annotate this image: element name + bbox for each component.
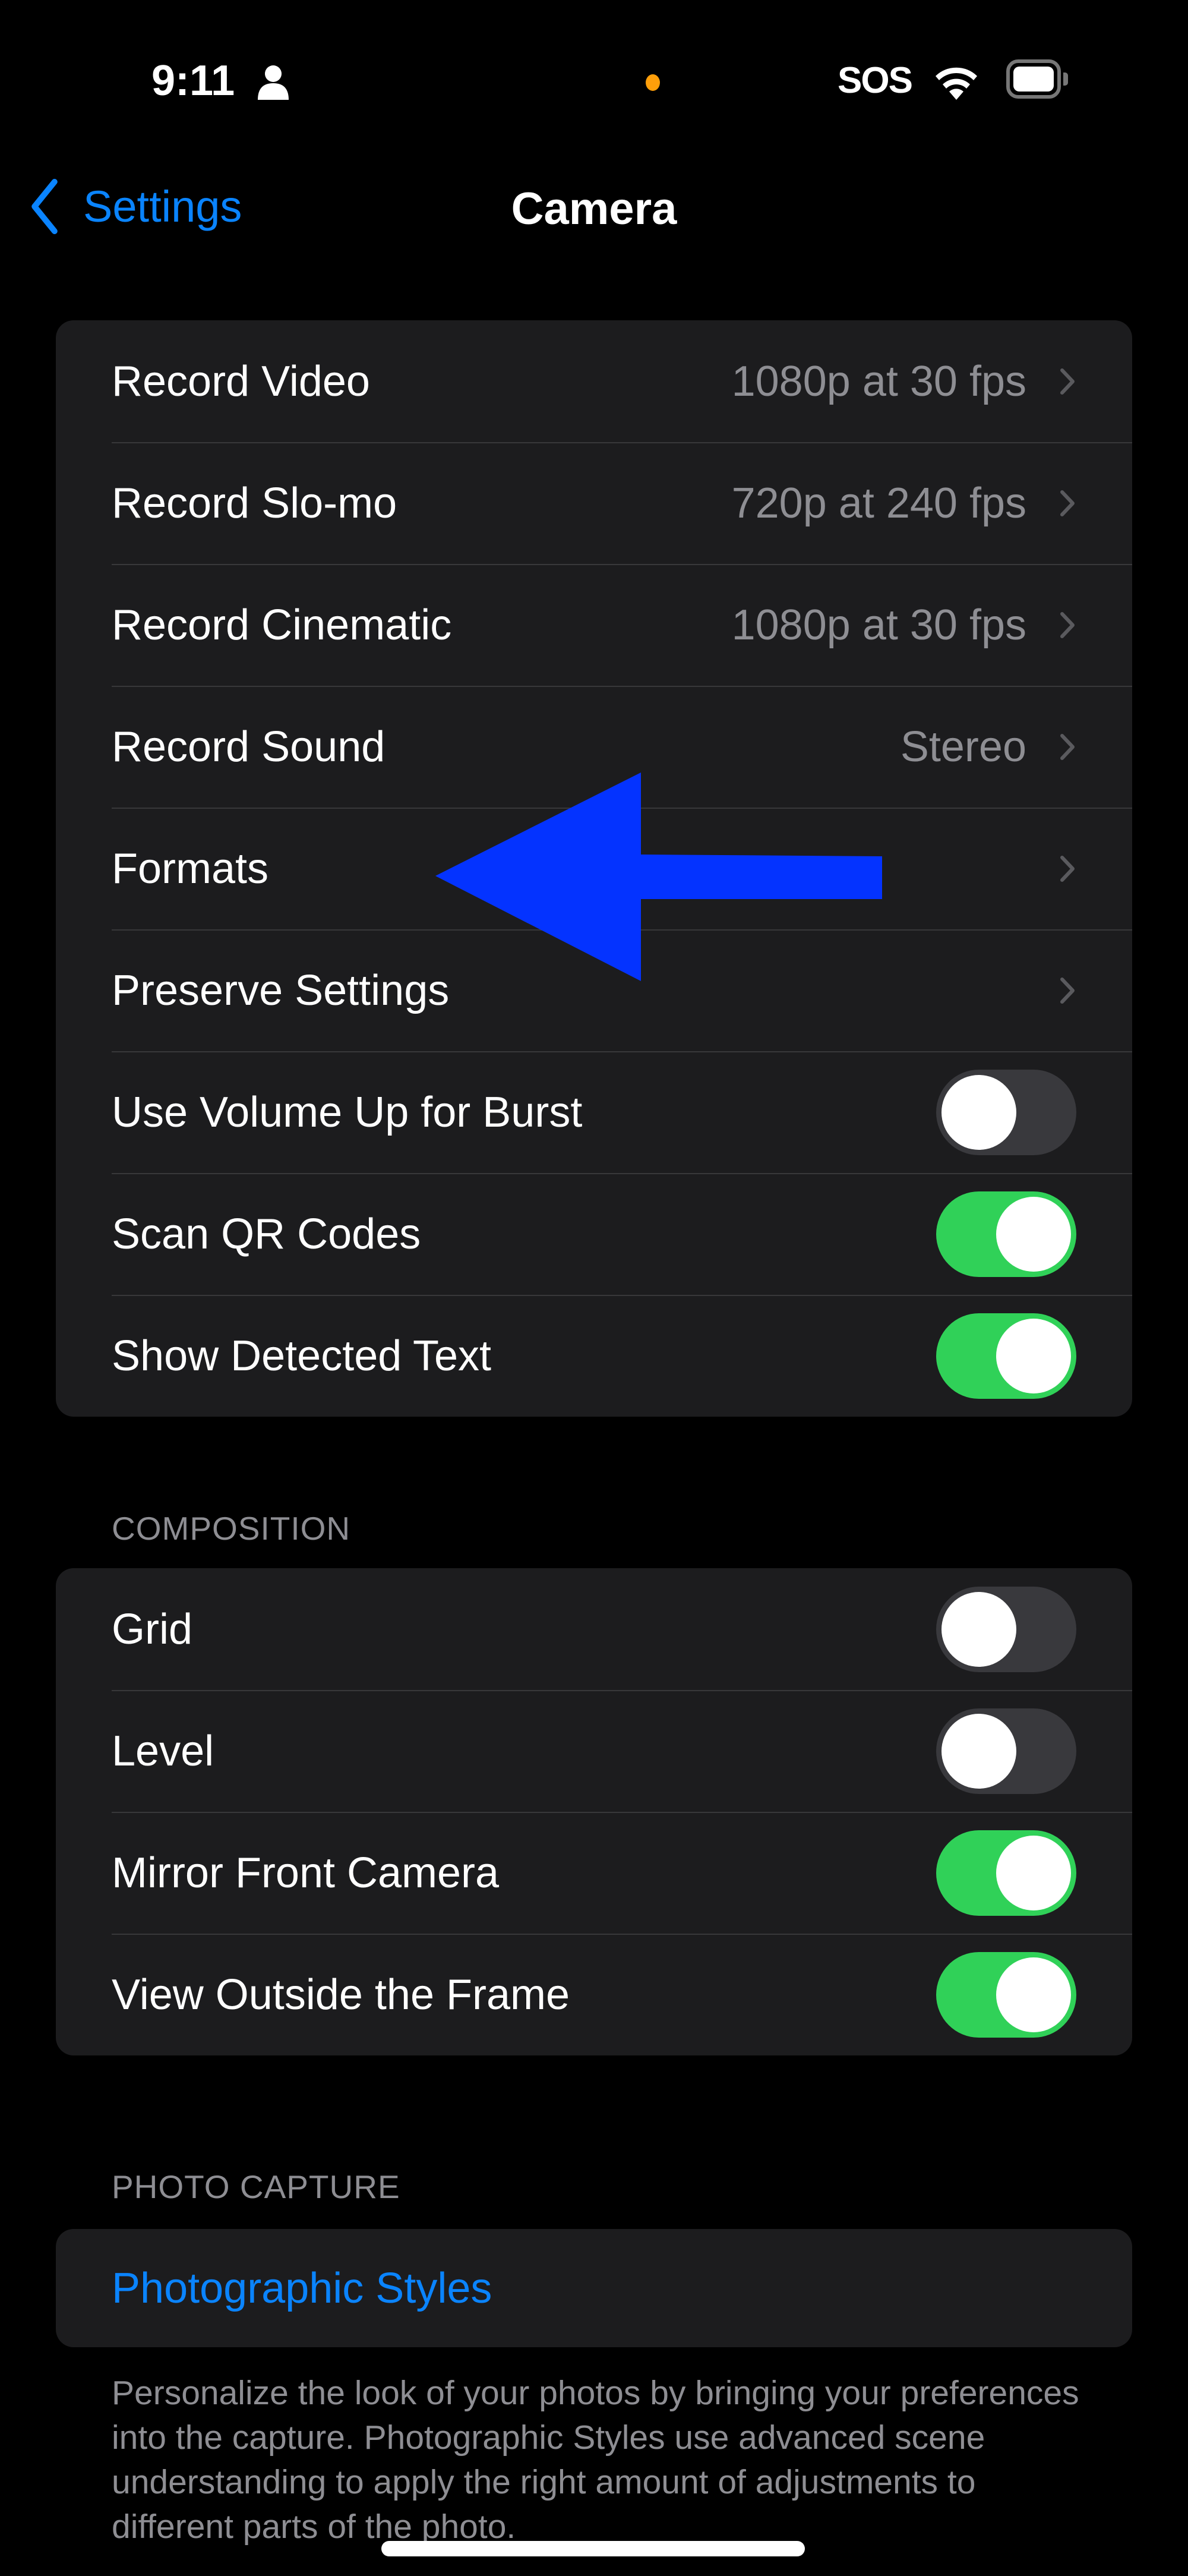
home-indicator[interactable]	[381, 2541, 805, 2556]
toggle-switch[interactable]	[936, 1191, 1076, 1277]
toggle-knob	[996, 1957, 1071, 2032]
row-grid[interactable]: Grid	[56, 1568, 1132, 1690]
chevron-right-icon	[1060, 855, 1075, 882]
chevron-right-icon	[1060, 977, 1075, 1004]
toggle-switch[interactable]	[936, 1586, 1076, 1672]
chevron-right-icon	[1060, 490, 1075, 516]
row-formats[interactable]: Formats	[56, 808, 1132, 929]
row-label: Photographic Styles	[112, 2264, 492, 2312]
toggle-switch[interactable]	[936, 1069, 1076, 1155]
privacy-indicator-dot	[646, 74, 660, 91]
toggle-knob	[941, 1591, 1016, 1667]
settings-group: Record Video 1080p at 30 fps Record Slo-mo…	[56, 320, 1132, 1417]
toggle-knob	[996, 1318, 1071, 1393]
row-record-video[interactable]: Record Video 1080p at 30 fps	[56, 320, 1132, 442]
row-label: Show Detected Text	[112, 1332, 492, 1380]
settings-group: Grid Level Mirror Front Camera View Outside…	[56, 1568, 1132, 2055]
section-header: PHOTO CAPTURE	[112, 2168, 400, 2205]
photographic-styles-description: Personalize the look of your photos by b…	[112, 2374, 1079, 2546]
row-value: Stereo	[900, 723, 1026, 771]
toggle-knob	[996, 1835, 1071, 1910]
chevron-right-icon	[1060, 733, 1075, 760]
row-label: Scan QR Codes	[112, 1210, 421, 1258]
row-show-detected-text[interactable]: Show Detected Text	[56, 1295, 1132, 1417]
page-title: Camera	[511, 184, 677, 234]
row-label: Level	[112, 1727, 214, 1775]
toggle-switch[interactable]	[936, 1830, 1076, 1916]
toggle-switch[interactable]	[936, 1313, 1076, 1399]
row-record-slo-mo[interactable]: Record Slo-mo 720p at 240 fps	[56, 442, 1132, 564]
row-photographic-styles[interactable]: Photographic Styles	[56, 2229, 1132, 2347]
row-label: Formats	[112, 844, 269, 893]
row-label: Preserve Settings	[112, 966, 450, 1014]
row-record-sound[interactable]: Record Sound Stereo	[56, 686, 1132, 808]
toggle-knob	[941, 1074, 1016, 1150]
battery-icon	[1006, 59, 1061, 99]
row-view-outside-the-frame[interactable]: View Outside the Frame	[56, 1934, 1132, 2055]
battery-nub	[1063, 72, 1068, 86]
status-time: 9:11	[151, 57, 235, 105]
row-label: Record Sound	[112, 723, 386, 771]
row-preserve-settings[interactable]: Preserve Settings	[56, 929, 1132, 1051]
status-bar: 9:11 SOS	[0, 0, 1188, 155]
row-mirror-front-camera[interactable]: Mirror Front Camera	[56, 1812, 1132, 1934]
row-label: Record Slo-mo	[112, 479, 397, 527]
section-header: COMPOSITION	[112, 1510, 351, 1547]
chevron-right-icon	[1060, 611, 1075, 638]
toggle-knob	[996, 1196, 1071, 1272]
row-label: Mirror Front Camera	[112, 1849, 500, 1897]
row-label: Use Volume Up for Burst	[112, 1088, 583, 1136]
row-level[interactable]: Level	[56, 1690, 1132, 1812]
carrier-sos: SOS	[838, 60, 913, 101]
toggle-knob	[941, 1713, 1016, 1789]
person-icon	[258, 65, 289, 100]
row-scan-qr-codes[interactable]: Scan QR Codes	[56, 1173, 1132, 1295]
chevron-right-icon	[1060, 368, 1075, 395]
row-label: Grid	[112, 1605, 193, 1653]
row-value: 1080p at 30 fps	[731, 357, 1026, 405]
row-label: Record Cinematic	[112, 601, 452, 649]
settings-group: Photographic Styles	[56, 2229, 1132, 2347]
row-value: 1080p at 30 fps	[731, 601, 1026, 649]
row-use-volume-up-for-burst[interactable]: Use Volume Up for Burst	[56, 1051, 1132, 1173]
row-label: Record Video	[112, 357, 370, 405]
row-record-cinematic[interactable]: Record Cinematic 1080p at 30 fps	[56, 564, 1132, 686]
row-value: 720p at 240 fps	[731, 479, 1026, 527]
toggle-switch[interactable]	[936, 1951, 1076, 2038]
toggle-switch[interactable]	[936, 1708, 1076, 1794]
wifi-icon	[936, 67, 977, 100]
row-label: View Outside the Frame	[112, 1970, 570, 2019]
